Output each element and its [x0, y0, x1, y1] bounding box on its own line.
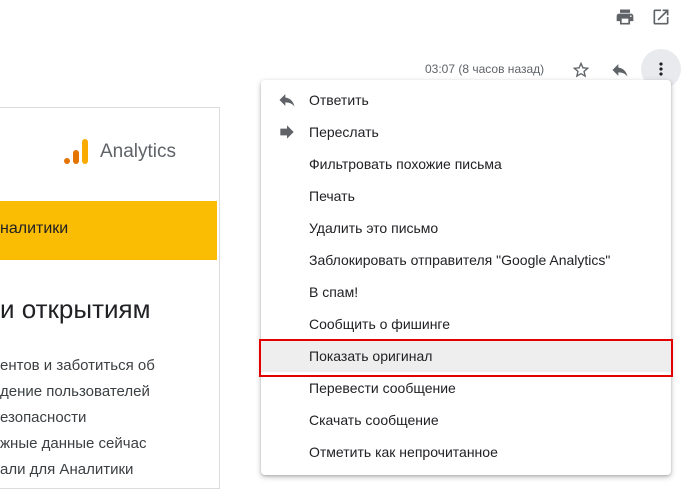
message-timestamp: 03:07 (8 часов назад) — [425, 62, 545, 76]
email-body-line: жные данные сейчас — [0, 435, 147, 452]
email-body-line: езопасности — [0, 409, 87, 426]
open-in-new-window-button[interactable] — [651, 7, 671, 27]
menu-item-label: Скачать сообщение — [309, 412, 439, 428]
email-body-line: ентов и заботиться об — [0, 357, 155, 374]
message-meta-row: 03:07 (8 часов назад) — [0, 49, 691, 89]
menu-item-label: Печать — [309, 188, 355, 204]
menu-item-label: Отметить как непрочитанное — [309, 444, 498, 460]
menu-item-block-sender[interactable]: Заблокировать отправителя "Google Analyt… — [261, 244, 671, 276]
email-banner-text: налитики — [0, 220, 69, 237]
reply-button[interactable] — [610, 60, 630, 80]
message-options-menu: Ответить Переслать Фильтровать похожие п… — [261, 80, 671, 475]
menu-item-label: Заблокировать отправителя "Google Analyt… — [309, 252, 611, 268]
menu-item-label: Перевести сообщение — [309, 380, 456, 396]
menu-item-reply[interactable]: Ответить — [261, 84, 671, 116]
menu-item-label: Переслать — [309, 124, 379, 140]
print-icon — [616, 9, 634, 25]
open-in-new-window-icon — [653, 9, 669, 25]
menu-item-delete[interactable]: Удалить это письмо — [261, 212, 671, 244]
analytics-logo-text: Analytics — [100, 141, 177, 162]
menu-item-filter-similar[interactable]: Фильтровать похожие письма — [261, 148, 671, 180]
menu-item-label: Сообщить о фишинге — [309, 316, 451, 332]
menu-item-mark-unread[interactable]: Отметить как непрочитанное — [261, 436, 671, 468]
reply-icon — [612, 64, 628, 77]
email-heading: и открытиям — [0, 294, 151, 324]
menu-item-label: Фильтровать похожие письма — [309, 156, 502, 172]
menu-item-download[interactable]: Скачать сообщение — [261, 404, 671, 436]
forward-icon — [277, 122, 297, 142]
more-vertical-icon — [659, 62, 663, 76]
star-button[interactable] — [571, 60, 591, 80]
email-body-line: дение пользователей — [0, 383, 150, 400]
menu-item-label: Ответить — [309, 92, 369, 108]
menu-item-label: Показать оригинал — [309, 348, 433, 364]
menu-item-translate[interactable]: Перевести сообщение — [261, 372, 671, 404]
menu-item-label: Удалить это письмо — [309, 220, 439, 236]
star-outline-icon — [572, 61, 590, 78]
analytics-logo-icon — [64, 139, 88, 164]
menu-item-report-spam[interactable]: В спам! — [261, 276, 671, 308]
print-button[interactable] — [615, 7, 635, 27]
reply-icon — [277, 90, 297, 110]
menu-item-show-original[interactable]: Показать оригинал — [261, 340, 671, 372]
menu-item-print[interactable]: Печать — [261, 180, 671, 212]
menu-item-report-phishing[interactable]: Сообщить о фишинге — [261, 308, 671, 340]
menu-item-label: В спам! — [309, 284, 359, 300]
email-body-line: али для Аналитики — [0, 461, 134, 478]
menu-item-forward[interactable]: Переслать — [261, 116, 671, 148]
